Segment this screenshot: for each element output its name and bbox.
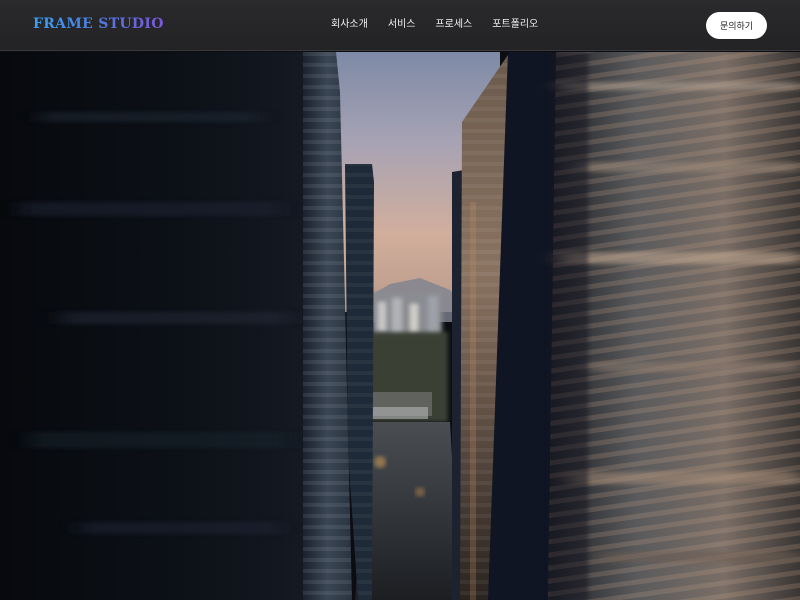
brand-logo[interactable]: FRAME STUDIO (33, 16, 164, 32)
contact-button[interactable]: 문의하기 (706, 12, 767, 39)
hero-background-image (0, 52, 800, 600)
nav-item-portfolio[interactable]: 포트폴리오 (492, 18, 538, 32)
top-navbar: FRAME STUDIO 회사소개 서비스 프로세스 포트폴리오 문의하기 (0, 0, 800, 51)
city-skyline-image (0, 52, 800, 600)
nav-item-about[interactable]: 회사소개 (331, 18, 368, 32)
nav-menu: 회사소개 서비스 프로세스 포트폴리오 (331, 18, 538, 32)
nav-item-process[interactable]: 프로세스 (435, 18, 472, 32)
nav-item-services[interactable]: 서비스 (388, 18, 416, 32)
